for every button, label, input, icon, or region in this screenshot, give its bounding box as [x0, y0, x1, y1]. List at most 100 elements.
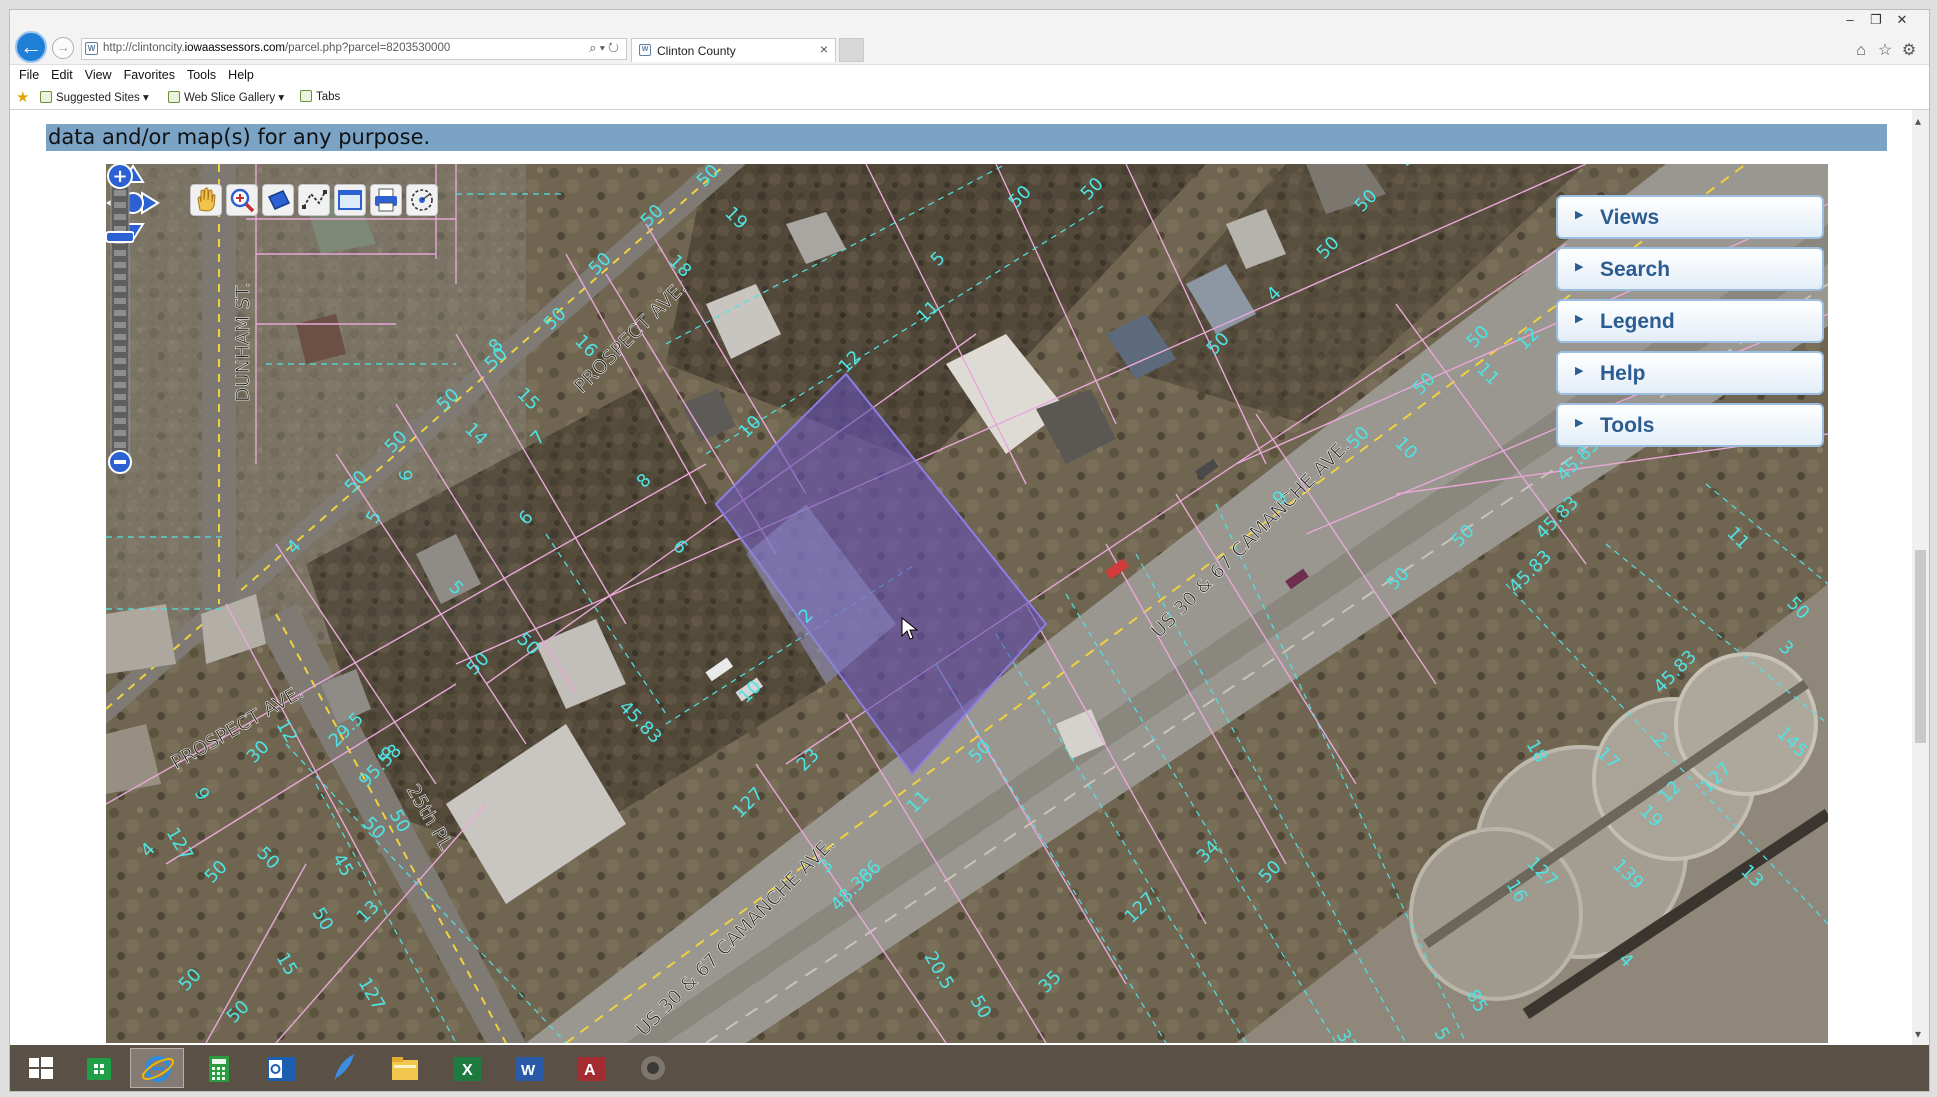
zoom-level-tick[interactable]	[114, 406, 126, 412]
zoom-level-tick[interactable]	[114, 346, 126, 352]
panel-help[interactable]: ▶ Help	[1556, 351, 1824, 395]
zoom-level-tick[interactable]	[114, 286, 126, 292]
store-icon	[87, 1058, 111, 1080]
disclaimer-banner: data and/or map(s) for any purpose.	[46, 124, 1887, 151]
zoom-level-tick[interactable]	[114, 442, 126, 448]
site-favicon-icon: W	[85, 42, 98, 55]
address-url[interactable]: http://clintoncity.iowaassessors.com/par…	[103, 42, 450, 54]
tab-close-icon[interactable]: ×	[820, 41, 828, 57]
menu-file[interactable]: File	[19, 65, 39, 85]
panel-views[interactable]: ▶ Views	[1556, 195, 1824, 239]
hand-icon	[197, 187, 216, 212]
zoom-level-tick[interactable]	[114, 190, 126, 196]
close-window-button[interactable]: ✕	[1889, 12, 1915, 28]
scroll-down-icon[interactable]: ▾	[1915, 1027, 1921, 1041]
zoom-level-tick[interactable]	[114, 274, 126, 280]
taskbar-file-explorer[interactable]	[378, 1048, 432, 1088]
printer-icon	[375, 188, 397, 212]
zoom-level-tick[interactable]	[114, 358, 126, 364]
forward-button[interactable]: →	[52, 37, 74, 59]
svg-text:X: X	[462, 1062, 473, 1079]
taskbar-camera[interactable]	[626, 1048, 680, 1088]
gear-icon[interactable]: ⚙	[1897, 40, 1921, 60]
taskbar-calculator[interactable]	[192, 1048, 246, 1088]
street-dunham: DUNHAM ST.	[232, 282, 254, 402]
dropdown-icon[interactable]: ▾	[600, 40, 608, 55]
zoom-box-button[interactable]	[226, 184, 258, 216]
svg-text:W: W	[521, 1062, 536, 1079]
folder-icon	[392, 1057, 418, 1080]
pan-tool-button[interactable]	[190, 184, 222, 216]
scroll-up-icon[interactable]: ▴	[1915, 114, 1921, 128]
restore-button[interactable]: ❐	[1863, 12, 1889, 28]
home-icon[interactable]: ⌂	[1849, 42, 1873, 60]
select-polygon-icon	[267, 190, 291, 210]
refresh-icon[interactable]: ↻	[608, 40, 622, 55]
mouse-cursor-icon	[901, 617, 919, 640]
start-button[interactable]	[14, 1048, 68, 1088]
zoom-level-tick[interactable]	[114, 298, 126, 304]
svg-text:+: +	[112, 166, 127, 187]
new-tab-button[interactable]	[839, 38, 864, 62]
parcel-map[interactable]: PROSPECT AVE. PROSPECT AVE. DUNHAM ST. U…	[106, 164, 1828, 1043]
taskbar-app-feather[interactable]	[316, 1048, 370, 1088]
triangle-right-icon: ▶	[1575, 313, 1584, 325]
zoom-level-tick[interactable]	[114, 214, 126, 220]
panel-tools[interactable]: ▶ Tools	[1556, 403, 1824, 447]
menu-help[interactable]: Help	[228, 65, 254, 85]
disclaimer-text: data and/or map(s) for any purpose.	[48, 125, 431, 149]
measure-button[interactable]	[298, 184, 330, 216]
star-icon[interactable]: ☆	[1873, 40, 1897, 60]
taskbar-access[interactable]: A	[564, 1048, 618, 1088]
zoom-level-tick[interactable]	[114, 370, 126, 376]
back-button[interactable]: ←	[15, 31, 47, 63]
window-controls: – ❐ ✕	[1837, 12, 1915, 28]
browser-toolbar-icons: ⌂ ☆ ⚙	[1849, 40, 1921, 60]
address-tools: ⌕▾↻	[589, 40, 622, 56]
taskbar-word[interactable]: W	[502, 1048, 556, 1088]
fav-suggested-sites[interactable]: Suggested Sites ▾	[40, 90, 149, 104]
search-icon[interactable]: ⌕	[589, 40, 599, 55]
title-bar: ← → W http://clintoncity.iowaassessors.c…	[10, 10, 1929, 64]
zoom-level-tick[interactable]	[114, 250, 126, 256]
zoom-level-tick[interactable]	[114, 310, 126, 316]
zoom-level-tick[interactable]	[114, 394, 126, 400]
fav-web-slice-gallery[interactable]: Web Slice Gallery ▾	[168, 90, 284, 104]
zoom-level-tick[interactable]	[114, 322, 126, 328]
page-scrollbar[interactable]: ▴ ▾	[1912, 110, 1929, 1045]
favorites-star-icon[interactable]: ★	[16, 90, 32, 106]
panel-legend[interactable]: ▶ Legend	[1556, 299, 1824, 343]
taskbar-store[interactable]	[72, 1048, 126, 1088]
taskbar-outlook[interactable]	[254, 1048, 308, 1088]
minimize-button[interactable]: –	[1837, 12, 1863, 27]
menu-edit[interactable]: Edit	[51, 65, 73, 85]
zoom-handle[interactable]	[106, 231, 134, 243]
tab-title: Clinton County	[657, 44, 736, 58]
zoom-level-tick[interactable]	[114, 382, 126, 388]
browser-window: ← → W http://clintoncity.iowaassessors.c…	[9, 9, 1930, 1092]
pan-right-icon[interactable]	[141, 191, 160, 215]
menu-tools[interactable]: Tools	[187, 65, 216, 85]
taskbar-excel[interactable]: X	[440, 1048, 494, 1088]
taskbar-internet-explorer[interactable]	[130, 1048, 184, 1088]
buffer-tool-button[interactable]	[406, 184, 438, 216]
calculator-icon	[209, 1056, 229, 1082]
zoom-slider[interactable]: +	[106, 164, 134, 474]
zoom-level-tick[interactable]	[114, 418, 126, 424]
zoom-level-tick[interactable]	[114, 430, 126, 436]
panel-search[interactable]: ▶ Search	[1556, 247, 1824, 291]
menu-view[interactable]: View	[85, 65, 112, 85]
print-button[interactable]	[370, 184, 402, 216]
page-content: data and/or map(s) for any purpose. PROS…	[10, 110, 1912, 1045]
menu-favorites[interactable]: Favorites	[124, 65, 175, 85]
tab-clinton-county[interactable]: W Clinton County ×	[631, 38, 836, 62]
fav-tabs[interactable]: Tabs	[300, 90, 340, 103]
zoom-level-tick[interactable]	[114, 334, 126, 340]
scroll-thumb[interactable]	[1915, 550, 1926, 743]
zoom-level-tick[interactable]	[114, 262, 126, 268]
address-bar[interactable]: W http://clintoncity.iowaassessors.com/p…	[81, 38, 627, 60]
zoom-level-tick[interactable]	[114, 202, 126, 208]
triangle-right-icon: ▶	[1575, 261, 1584, 273]
full-extent-button[interactable]	[334, 184, 366, 216]
select-parcel-button[interactable]	[262, 184, 294, 216]
